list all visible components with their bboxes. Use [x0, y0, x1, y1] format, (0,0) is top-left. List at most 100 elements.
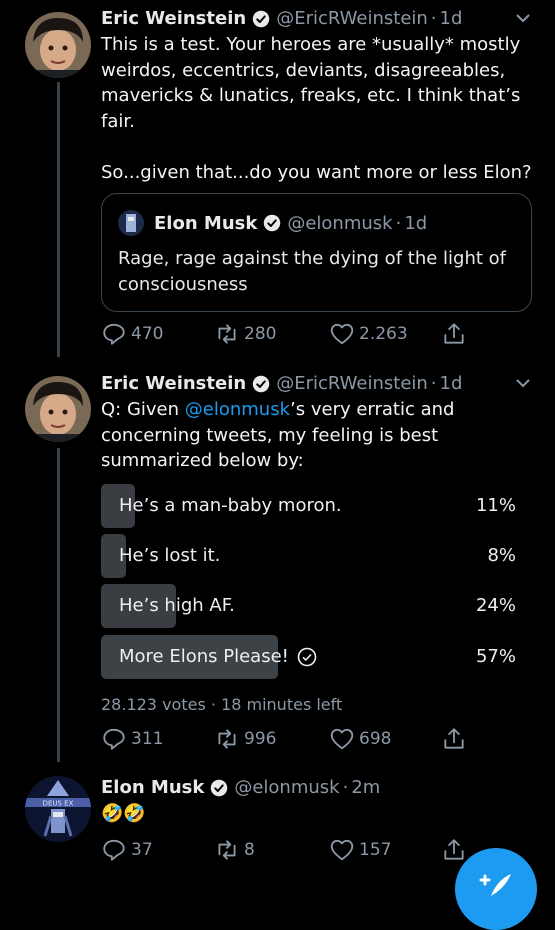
reply-count: 470 [131, 324, 164, 344]
retweet-icon [218, 729, 236, 749]
avatar[interactable] [25, 376, 91, 442]
tweet-content: Eric Weinstein @EricRWeinstein · 1d Q: G… [101, 373, 535, 474]
chevron-down-icon[interactable] [513, 8, 533, 28]
retweet-count: 280 [244, 324, 277, 344]
reply-button[interactable]: 311 [101, 726, 163, 752]
retweet-icon [218, 840, 236, 860]
reply-count: 311 [131, 729, 164, 749]
quoted-tweet-text: Rage, rage against the dying of the ligh… [118, 248, 506, 295]
tweet-content: Elon Musk @elonmusk · 2m 🤣🤣 [101, 777, 535, 827]
like-button[interactable]: 698 [329, 726, 391, 752]
poll-option-4[interactable]: More Elons Please! 57% [101, 635, 516, 679]
quoted-author-handle[interactable]: @elonmusk [287, 213, 392, 234]
timestamp[interactable]: 1d [440, 8, 463, 30]
author-handle[interactable]: @elonmusk [234, 777, 339, 799]
tweet-actions: 311 996 698 [101, 726, 501, 754]
reply-count: 37 [131, 840, 153, 860]
quoted-timestamp[interactable]: 1d [404, 213, 427, 234]
avatar-caption: DEUS EX [43, 800, 74, 808]
author-handle[interactable]: @EricRWeinstein [276, 8, 428, 30]
quoted-tweet-header: Elon Musk @elonmusk · 1d [118, 210, 427, 236]
like-count: 2.263 [359, 324, 408, 344]
separator-dot: · [210, 695, 216, 714]
mention-link[interactable]: @elonmusk [185, 399, 290, 420]
tweet-header: Elon Musk @elonmusk · 2m [101, 777, 535, 799]
retweet-button[interactable]: 8 [214, 837, 255, 863]
poll-option-label: He’s high AF. [119, 595, 235, 616]
like-count: 698 [359, 729, 392, 749]
tweet-header: Eric Weinstein @EricRWeinstein · 1d [101, 373, 535, 395]
retweet-button[interactable]: 280 [214, 321, 276, 347]
poll-meta: 28.123 votes · 18 minutes left [101, 695, 342, 714]
check-circle-icon [297, 647, 317, 667]
quoted-author-name[interactable]: Elon Musk [154, 213, 257, 234]
compose-button[interactable] [455, 848, 537, 930]
like-icon [330, 323, 354, 345]
tweet-actions: 470 280 2.263 [101, 321, 501, 349]
retweet-button[interactable]: 996 [214, 726, 276, 752]
poll-option-percent: 57% [475, 646, 516, 667]
like-button[interactable]: 2.263 [329, 321, 408, 347]
poll-time-left: 18 minutes left [221, 695, 343, 714]
author-handle[interactable]: @EricRWeinstein [276, 373, 428, 395]
share-icon [444, 323, 464, 344]
avatar[interactable]: DEUS EX [25, 776, 91, 842]
verified-badge-icon [252, 10, 270, 28]
poll-option-label: He’s lost it. [119, 545, 221, 566]
separator-dot: · [430, 8, 437, 29]
separator-dot: · [342, 777, 349, 798]
tweet-header: Eric Weinstein @EricRWeinstein · 1d [101, 8, 535, 30]
reply-icon [103, 323, 125, 345]
reply-button[interactable]: 470 [101, 321, 163, 347]
poll-option-percent: 11% [475, 495, 516, 516]
reply-icon [103, 728, 125, 750]
like-button[interactable]: 157 [329, 837, 391, 863]
retweet-icon [218, 324, 236, 344]
author-name[interactable]: Eric Weinstein [101, 8, 246, 30]
poll-option-2[interactable]: He’s lost it. 8% [101, 534, 516, 578]
poll-option-percent: 8% [487, 545, 516, 566]
tweet-1[interactable]: Eric Weinstein @EricRWeinstein · 1d This… [0, 0, 555, 360]
quoted-tweet[interactable]: Elon Musk @elonmusk · 1d Rage, rage agai… [101, 193, 532, 312]
share-button[interactable] [441, 726, 471, 752]
author-name[interactable]: Elon Musk [101, 777, 204, 799]
timestamp[interactable]: 1d [440, 373, 463, 395]
tweet-text: This is a test. Your heroes are *usually… [101, 34, 532, 183]
tweet-text: 🤣🤣 [101, 803, 146, 824]
tweet-text-start: Q: Given [101, 399, 185, 420]
thread-line [57, 82, 60, 357]
like-icon [330, 839, 354, 861]
verified-badge-icon [252, 375, 270, 393]
reply-button[interactable]: 37 [101, 837, 153, 863]
timestamp[interactable]: 2m [351, 777, 380, 799]
poll-votes: 28.123 votes [101, 695, 206, 714]
like-count: 157 [359, 840, 392, 860]
author-name[interactable]: Eric Weinstein [101, 373, 246, 395]
poll-option-percent: 24% [475, 595, 516, 616]
verified-badge-icon [211, 779, 228, 797]
poll-option-3[interactable]: He’s high AF. 24% [101, 584, 516, 628]
retweet-count: 8 [244, 840, 255, 860]
share-button[interactable] [441, 321, 471, 347]
poll-option-label: He’s a man-baby moron. [119, 495, 342, 516]
tweet-actions: 37 8 157 [101, 837, 501, 865]
tweet-text: Q: Given @elonmusk’s very erratic and co… [101, 397, 535, 474]
separator-dot: · [395, 212, 402, 234]
poll-option-text: More Elons Please! [119, 646, 289, 667]
tweet-content: Eric Weinstein @EricRWeinstein · 1d This… [101, 8, 535, 185]
separator-dot: · [430, 373, 437, 394]
reply-icon [103, 839, 125, 861]
like-icon [330, 728, 354, 750]
tweet-2[interactable]: Eric Weinstein @EricRWeinstein · 1d Q: G… [0, 362, 555, 762]
avatar[interactable] [25, 12, 91, 78]
retweet-count: 996 [244, 729, 277, 749]
poll-option-label: More Elons Please! [119, 635, 317, 679]
chevron-down-icon[interactable] [513, 373, 533, 393]
thread-line [57, 448, 60, 762]
share-icon [444, 728, 464, 749]
compose-icon [479, 874, 511, 896]
poll-option-1[interactable]: He’s a man-baby moron. 11% [101, 484, 516, 528]
verified-badge-icon [264, 214, 281, 232]
quoted-avatar [118, 210, 144, 236]
share-icon [444, 839, 464, 860]
